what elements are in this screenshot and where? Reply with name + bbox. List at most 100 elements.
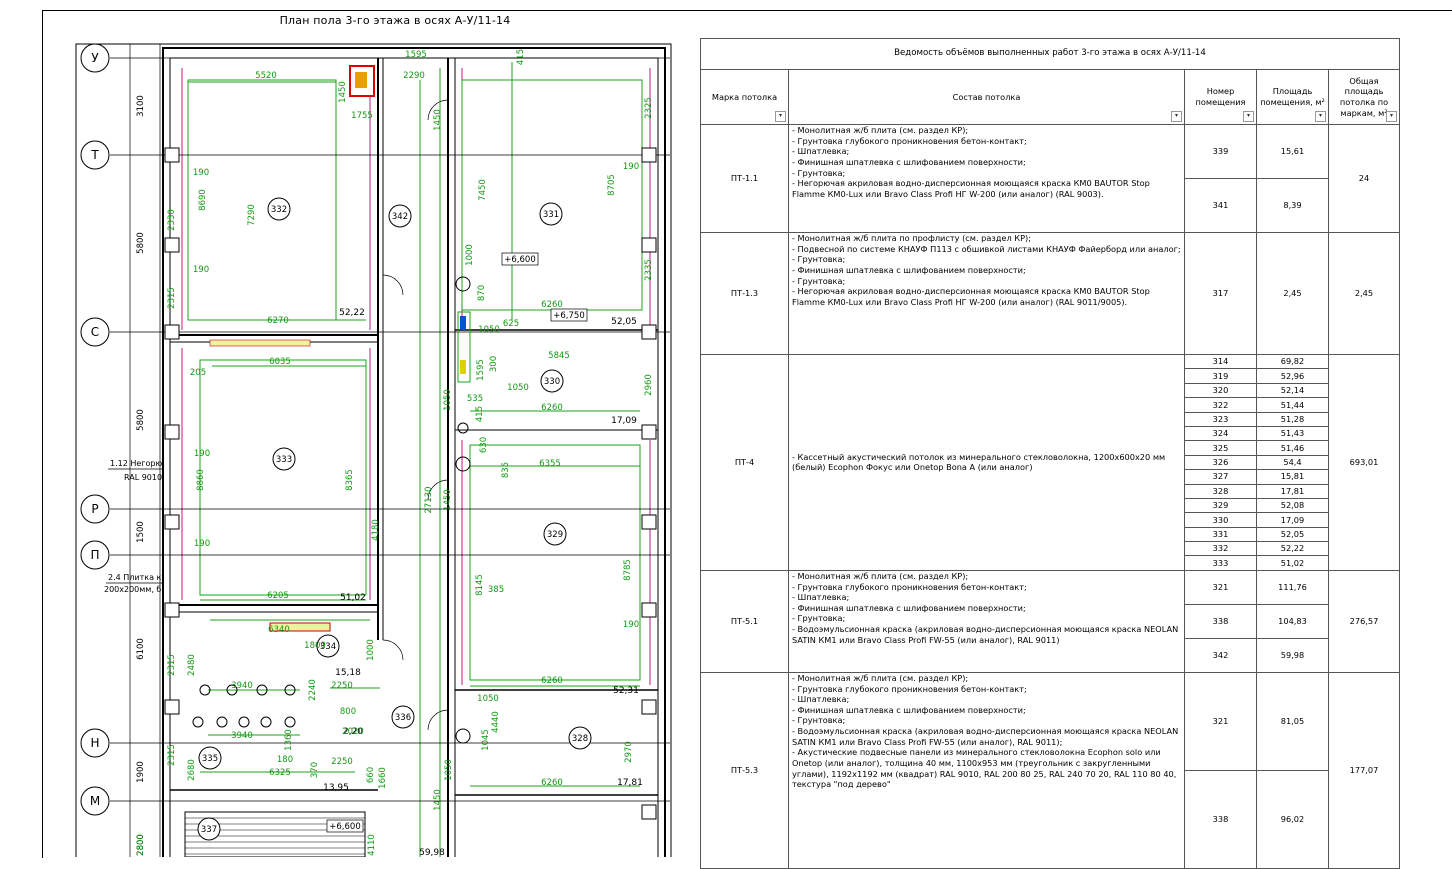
room-area: 52,05 (611, 317, 637, 327)
room-area-cell: 15,61 (1256, 124, 1329, 179)
room-area-cell: 51,43 (1256, 425, 1329, 442)
dimension-text: 660 (366, 767, 376, 783)
dimension-text: 630 (479, 437, 489, 453)
level-mark: +6,750 (553, 311, 584, 321)
schedule-body: ПТ-1.1- Монолитная ж/б плита (см. раздел… (700, 124, 1400, 869)
room-number-cell: 327 (1184, 469, 1257, 485)
room-area: 59,98 (419, 848, 445, 857)
room-area-cell: 2,45 (1256, 232, 1329, 355)
dimension-text: 1050 (477, 694, 499, 704)
dimension-text: 8690 (198, 189, 208, 211)
dimension-text: 5845 (548, 351, 570, 361)
room-number: 330 (544, 377, 560, 387)
room-area-cell: 52,08 (1256, 497, 1329, 514)
dimension-text: 300 (489, 356, 499, 372)
dimension-text: 6325 (269, 768, 291, 778)
dimension-text: 205 (190, 368, 206, 378)
schedule-row: ПТ-1.3- Монолитная ж/б плита по профлист… (700, 232, 1400, 355)
composition-line: - Негорючая акриловая водно-дисперсионна… (792, 178, 1150, 199)
axis-spacing-label: 5800 (136, 232, 146, 254)
schedule-row: ПТ-4- Кассетный акустический потолок из … (700, 353, 1400, 571)
dimension-text: 415 (516, 49, 526, 65)
composition-line: - Шпатлевка; (792, 592, 850, 603)
room-area-cell: 51,44 (1256, 397, 1329, 413)
room-number-cell: 321 (1184, 569, 1257, 605)
ceiling-composition-cell: - Монолитная ж/б плита (см. раздел КР); -… (788, 671, 1185, 869)
room-area: 17,81 (617, 778, 643, 788)
composition-line: - Грунтовка; (792, 254, 846, 265)
axis-label: С (91, 325, 99, 339)
header-total: Общая площадь потолка по маркам, м² ▾ (1328, 69, 1400, 125)
dimension-text: 2250 (331, 681, 353, 691)
composition-line: - Финишная шпатлевка с шлифованием повер… (792, 602, 1026, 613)
room-number-cell: 342 (1184, 637, 1257, 673)
axis-spacing-label: 1500 (136, 521, 146, 543)
room-number-cell: 341 (1184, 178, 1257, 233)
dimension-text: 180 (277, 755, 293, 765)
room-number: 337 (201, 825, 217, 835)
room-number-cell: 329 (1184, 497, 1257, 514)
dimension-text: 2970 (624, 741, 634, 763)
composition-line: - Акустические подвесные панели из минер… (792, 747, 1177, 790)
dimension-text: 835 (501, 462, 511, 478)
dimension-text: 2680 (187, 759, 197, 781)
composition-line: - Монолитная ж/б плита (см. раздел КР); (792, 570, 969, 581)
dimension-text: 1755 (351, 111, 373, 121)
schedule-row: ПТ-5.3- Монолитная ж/б плита (см. раздел… (700, 671, 1400, 869)
room-number-cell: 326 (1184, 454, 1257, 471)
composition-line: - Водоэмульсионная краска (акриловая вод… (792, 726, 1179, 747)
room-area-cell: 69,82 (1256, 353, 1329, 370)
dimension-text: 6270 (267, 316, 289, 326)
room-number: 342 (392, 212, 408, 222)
composition-line: - Монолитная ж/б плита по профлисту (см.… (792, 233, 1031, 243)
composition-line: - Грунтовка глубокого проникновения бето… (792, 683, 1027, 694)
room-number: 335 (202, 754, 218, 764)
filter-dropdown-icon[interactable]: ▾ (1171, 111, 1182, 122)
leader-note: RAL 9010 (124, 473, 162, 482)
dimension-text: 535 (467, 394, 483, 404)
room-number-cell: 321 (1184, 671, 1257, 771)
ceiling-composition-cell: - Монолитная ж/б плита по профлисту (см.… (788, 232, 1185, 355)
room-number-cell: 317 (1184, 232, 1257, 355)
header-area: Площадь помещения, м² ▾ (1256, 69, 1329, 125)
dimension-text: 8365 (345, 469, 355, 491)
room-number-cell: 328 (1184, 483, 1257, 499)
ceiling-mark-cell: ПТ-5.3 (700, 671, 789, 869)
dimension-text: 4110 (367, 834, 377, 856)
composition-line: - Водоэмульсионная краска (акриловая вод… (792, 624, 1179, 645)
filter-dropdown-icon[interactable]: ▾ (775, 111, 786, 122)
filter-dropdown-icon[interactable]: ▾ (1386, 111, 1397, 122)
axis-bubbles: У Т С Р П Н М (80, 43, 110, 816)
room-number-cell: 330 (1184, 512, 1257, 528)
dimension-text: 6035 (269, 357, 291, 367)
ceiling-schedule-table: Ведомость объёмов выполненных работ 3-го… (700, 38, 1400, 869)
room-number-cell: 333 (1184, 555, 1257, 571)
equipment-marks (209, 65, 471, 632)
dimension-text: 27130 (424, 486, 434, 513)
leader-note: 2.4 Плитка к (108, 573, 162, 582)
room-number-cell: 323 (1184, 411, 1257, 427)
composition-line: - Шпатлевка; (792, 146, 850, 157)
level-mark: +6,600 (504, 255, 535, 265)
room-number: 333 (276, 455, 292, 465)
floor-plan-drawing: У Т С Р П Н М 3100 5800 5800 1500 6100 1900 2800 332… (75, 43, 672, 857)
room-area: 15,18 (335, 668, 361, 678)
filter-dropdown-icon[interactable]: ▾ (1315, 111, 1326, 122)
filter-dropdown-icon[interactable]: ▾ (1243, 111, 1254, 122)
leader-note: 1.12 Негорю (110, 459, 162, 468)
dimension-text: 1360 (284, 729, 294, 751)
room-area-cell: 111,76 (1256, 569, 1329, 605)
axis-label: Н (90, 736, 99, 750)
schedule-title: Ведомость объёмов выполненных работ 3-го… (700, 38, 1400, 70)
axis-spacing-label: 1900 (136, 761, 146, 783)
room-number: 336 (395, 713, 411, 723)
schedule-row: ПТ-5.1- Монолитная ж/б плита (см. раздел… (700, 569, 1400, 673)
dimension-text: 2960 (644, 374, 654, 396)
dimension-text: 1660 (378, 767, 388, 789)
axis-spacing-label: 3100 (136, 95, 146, 117)
room-number: 332 (271, 205, 287, 215)
dimension-text: 1045 (481, 729, 491, 751)
wall-finish-lines (181, 68, 651, 685)
room-area-cell: 96,02 (1256, 769, 1329, 869)
composition-line: - Грунтовка глубокого проникновения бето… (792, 581, 1027, 592)
